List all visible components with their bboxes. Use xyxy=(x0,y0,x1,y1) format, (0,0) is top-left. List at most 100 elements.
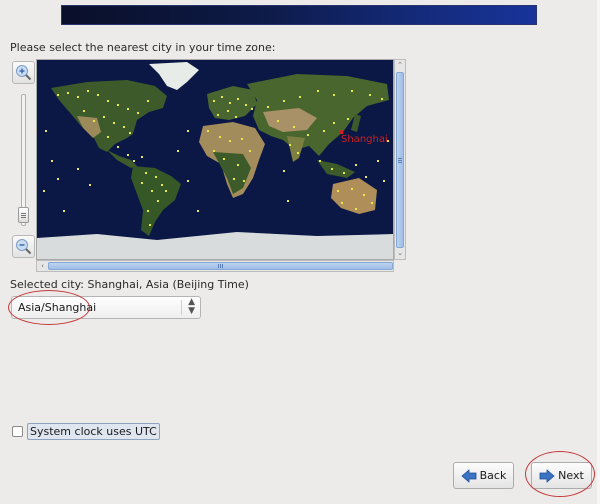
city-dot[interactable] xyxy=(237,98,239,100)
city-dot[interactable] xyxy=(371,202,373,204)
horizontal-scroll-thumb[interactable] xyxy=(48,262,393,270)
city-dot[interactable] xyxy=(323,130,325,132)
city-dot[interactable] xyxy=(127,108,129,110)
city-dot[interactable] xyxy=(317,90,319,92)
city-dot[interactable] xyxy=(67,92,69,94)
city-dot[interactable] xyxy=(213,150,215,152)
city-dot[interactable] xyxy=(289,144,291,146)
zoom-in-button[interactable] xyxy=(12,61,35,84)
city-dot[interactable] xyxy=(283,170,285,172)
city-dot[interactable] xyxy=(331,168,333,170)
utc-label[interactable]: System clock uses UTC xyxy=(27,423,160,440)
city-dot[interactable] xyxy=(307,134,309,136)
city-dot[interactable] xyxy=(383,180,385,182)
city-dot[interactable] xyxy=(319,160,321,162)
city-dot[interactable] xyxy=(287,200,289,202)
map-horizontal-scrollbar[interactable]: ‹ xyxy=(36,260,394,272)
city-dot[interactable] xyxy=(233,178,235,180)
city-dot[interactable] xyxy=(207,130,209,132)
city-dot[interactable] xyxy=(283,100,285,102)
city-dot[interactable] xyxy=(249,150,251,152)
scroll-up-arrow[interactable]: ⌃ xyxy=(395,60,405,71)
next-button[interactable]: Next xyxy=(531,462,592,489)
city-dot[interactable] xyxy=(147,210,149,212)
timezone-select[interactable]: Asia/Shanghai ▲ ▼ xyxy=(11,296,201,319)
city-dot[interactable] xyxy=(177,150,179,152)
city-dot[interactable] xyxy=(77,168,79,170)
zoom-slider-handle[interactable] xyxy=(18,207,29,223)
city-dot[interactable] xyxy=(151,190,153,192)
city-dot[interactable] xyxy=(229,102,231,104)
city-dot[interactable] xyxy=(213,100,215,102)
city-dot[interactable] xyxy=(363,194,365,196)
city-dot[interactable] xyxy=(355,164,357,166)
city-dot[interactable] xyxy=(83,110,85,112)
utc-option[interactable]: System clock uses UTC xyxy=(12,423,160,440)
city-dot[interactable] xyxy=(117,146,119,148)
city-dot[interactable] xyxy=(355,208,357,210)
city-dot[interactable] xyxy=(147,100,149,102)
city-dot[interactable] xyxy=(117,104,119,106)
city-dot[interactable] xyxy=(267,106,269,108)
city-dot[interactable] xyxy=(43,190,45,192)
city-dot[interactable] xyxy=(197,210,199,212)
city-dot[interactable] xyxy=(351,90,353,92)
city-dot[interactable] xyxy=(51,160,53,162)
city-dot[interactable] xyxy=(187,130,189,132)
utc-checkbox[interactable] xyxy=(12,426,23,437)
city-dot[interactable] xyxy=(141,156,143,158)
city-dot[interactable] xyxy=(137,112,139,114)
city-dot[interactable] xyxy=(337,190,339,192)
city-dot[interactable] xyxy=(107,136,109,138)
zoom-out-button[interactable] xyxy=(12,235,35,258)
map-vertical-scrollbar[interactable]: ⌃ ⌄ xyxy=(394,59,406,260)
city-dot[interactable] xyxy=(57,94,59,96)
city-dot[interactable] xyxy=(223,158,225,160)
city-dot[interactable] xyxy=(149,224,151,226)
city-dot[interactable] xyxy=(365,176,367,178)
city-dot[interactable] xyxy=(341,202,343,204)
city-dot[interactable] xyxy=(243,180,245,182)
city-dot[interactable] xyxy=(123,126,125,128)
scroll-down-arrow[interactable]: ⌄ xyxy=(395,248,405,259)
city-dot[interactable] xyxy=(107,100,109,102)
city-dot[interactable] xyxy=(343,172,345,174)
scroll-left-arrow[interactable]: ‹ xyxy=(38,261,47,271)
city-dot[interactable] xyxy=(333,94,335,96)
city-dot[interactable] xyxy=(155,176,157,178)
vertical-scroll-thumb[interactable] xyxy=(396,72,404,248)
city-dot[interactable] xyxy=(157,200,159,202)
city-dot[interactable] xyxy=(113,122,115,124)
city-dot[interactable] xyxy=(45,130,47,132)
city-dot[interactable] xyxy=(127,154,129,156)
city-dot[interactable] xyxy=(369,94,371,96)
city-dot[interactable] xyxy=(187,180,189,182)
city-dot[interactable] xyxy=(351,188,353,190)
city-dot[interactable] xyxy=(217,114,219,116)
city-dot[interactable] xyxy=(165,190,167,192)
city-dot[interactable] xyxy=(89,184,91,186)
city-dot[interactable] xyxy=(133,160,135,162)
city-dot[interactable] xyxy=(333,122,335,124)
back-button[interactable]: Back xyxy=(453,462,514,489)
city-dot[interactable] xyxy=(221,96,223,98)
city-dot[interactable] xyxy=(235,116,237,118)
city-dot[interactable] xyxy=(77,96,79,98)
city-dot[interactable] xyxy=(161,184,163,186)
city-dot[interactable] xyxy=(145,172,147,174)
city-dot[interactable] xyxy=(93,120,95,122)
city-dot[interactable] xyxy=(141,182,143,184)
city-dot[interactable] xyxy=(57,178,59,180)
city-dot[interactable] xyxy=(63,210,65,212)
city-dot[interactable] xyxy=(241,138,243,140)
city-dot[interactable] xyxy=(237,164,239,166)
city-dot[interactable] xyxy=(293,126,295,128)
city-dot[interactable] xyxy=(229,140,231,142)
city-dot[interactable] xyxy=(297,152,299,154)
city-dot[interactable] xyxy=(219,136,221,138)
city-dot[interactable] xyxy=(129,132,131,134)
city-dot[interactable] xyxy=(97,94,99,96)
city-dot[interactable] xyxy=(347,118,349,120)
world-map[interactable]: Shanghai xyxy=(36,59,394,260)
city-dot[interactable] xyxy=(251,108,253,110)
